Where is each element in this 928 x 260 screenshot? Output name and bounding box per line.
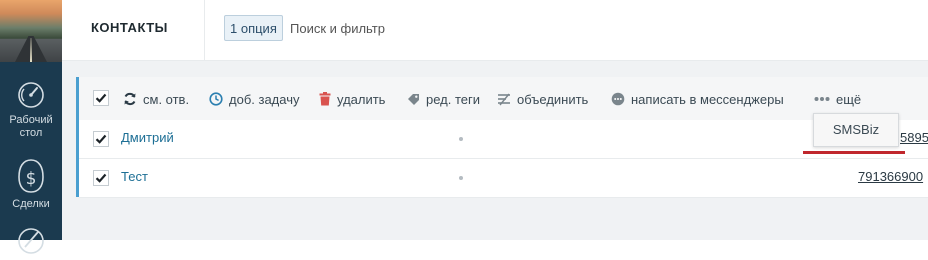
sidebar-item-label: Рабочий стол <box>9 114 53 139</box>
tag-icon <box>407 93 420 106</box>
contact-phone-link[interactable]: 791366900 <box>858 169 923 184</box>
contact-name-link[interactable]: Дмитрий <box>121 130 174 145</box>
page-title: КОНТАКТЫ <box>91 20 168 35</box>
sidebar-item-dashboard[interactable]: Рабочий стол <box>0 80 62 140</box>
select-all-checkbox[interactable] <box>93 90 109 106</box>
top-header: КОНТАКТЫ 1 опция <box>62 0 928 61</box>
sidebar: Рабочий стол $ Сделки <box>0 0 62 254</box>
table-row[interactable]: Дмитрий 5895 <box>79 120 928 159</box>
more-actions-button[interactable]: ещё <box>814 90 861 108</box>
toolbar-action-label: ред. теги <box>426 91 481 107</box>
write-to-messengers-button[interactable]: написать в мессенджеры <box>611 90 784 108</box>
bulk-actions-toolbar: см. отв. доб. задачу удалить ред. теги о… <box>79 77 928 121</box>
tasks-icon <box>0 226 62 256</box>
merge-button[interactable]: объединить <box>497 90 588 108</box>
toolbar-action-label: удалить <box>337 91 386 107</box>
more-dots-icon <box>814 96 830 102</box>
sidebar-item-deals[interactable]: $ Сделки <box>0 158 62 211</box>
change-responsible-button[interactable]: см. отв. <box>123 90 189 108</box>
search-input[interactable] <box>290 15 690 41</box>
sidebar-item-label: Сделки <box>12 198 50 210</box>
toolbar-action-label: доб. задачу <box>229 91 300 107</box>
chat-icon <box>611 92 625 106</box>
content-area: см. отв. доб. задачу удалить ред. теги о… <box>62 61 928 240</box>
svg-text:$: $ <box>26 169 37 189</box>
sidebar-item-tasks[interactable] <box>0 226 62 260</box>
table-row[interactable]: Тест 791366900 <box>79 159 928 198</box>
add-task-button[interactable]: доб. задачу <box>209 90 299 108</box>
more-actions-dropdown: SMSBiz <box>813 113 899 147</box>
contact-name-link[interactable]: Тест <box>121 169 148 184</box>
dashboard-icon <box>0 80 62 110</box>
dollar-icon: $ <box>0 158 62 194</box>
edit-tags-button[interactable]: ред. теги <box>407 90 480 108</box>
toolbar-action-label: написать в мессенджеры <box>631 91 784 107</box>
status-dot <box>459 176 463 180</box>
contacts-list: см. отв. доб. задачу удалить ред. теги о… <box>76 77 928 198</box>
toolbar-action-label: объединить <box>517 91 589 107</box>
toolbar-action-label: ещё <box>836 91 862 107</box>
highlight-underline <box>803 151 905 154</box>
status-dot <box>459 137 463 141</box>
row-checkbox[interactable] <box>93 170 109 186</box>
toolbar-action-label: см. отв. <box>143 91 190 107</box>
trash-icon <box>319 92 331 106</box>
clock-icon <box>209 92 223 106</box>
header-divider <box>204 0 205 60</box>
dropdown-item-smsbiz[interactable]: SMSBiz <box>814 114 898 146</box>
delete-button[interactable]: удалить <box>319 90 385 108</box>
contact-phone-link[interactable]: 5895 <box>900 130 928 145</box>
merge-icon <box>497 93 511 106</box>
filter-option-chip[interactable]: 1 опция <box>224 15 283 41</box>
refresh-icon <box>123 92 137 106</box>
row-checkbox[interactable] <box>93 131 109 147</box>
user-avatar[interactable] <box>0 0 62 62</box>
